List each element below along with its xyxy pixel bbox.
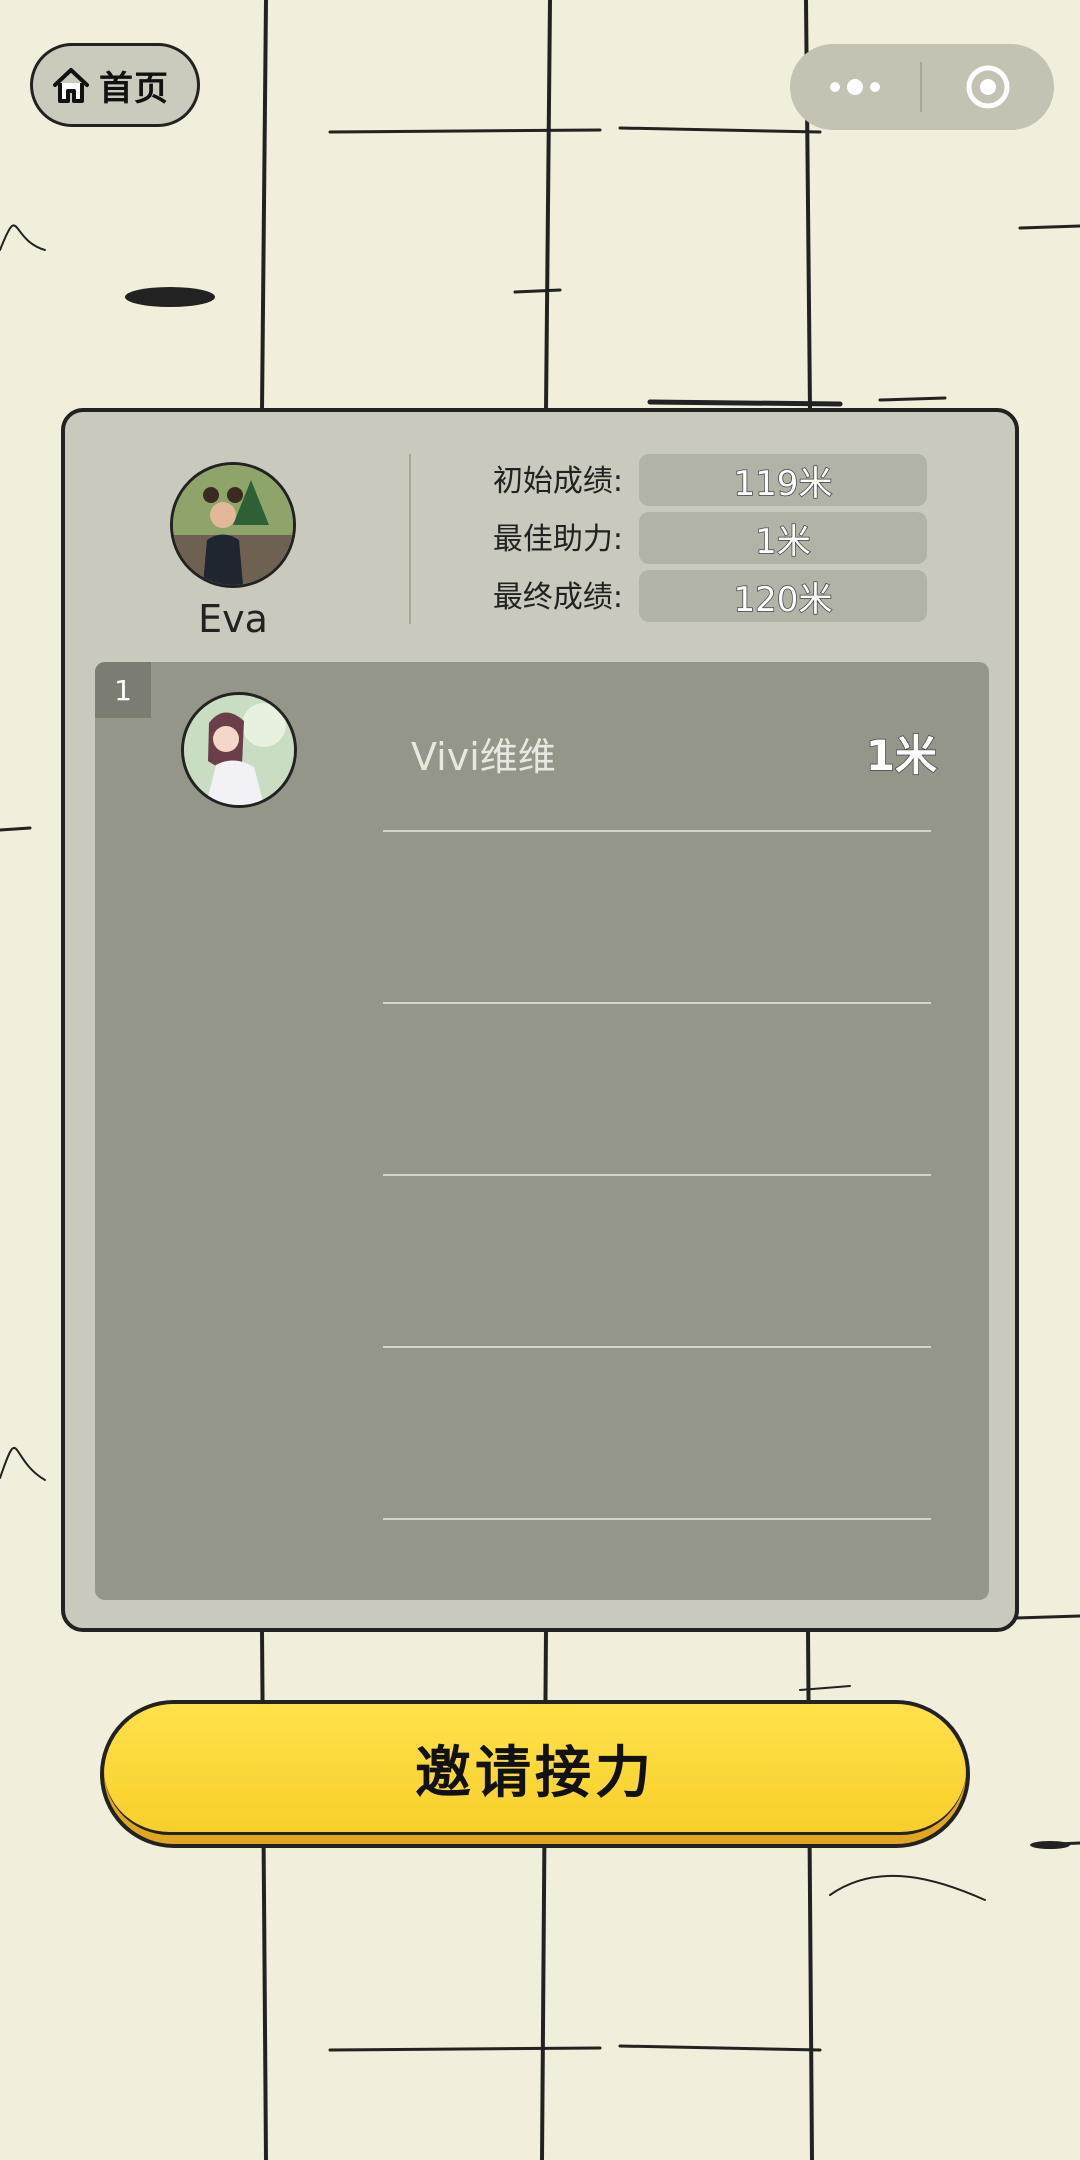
invite-relay-button[interactable]: 邀请接力 bbox=[100, 1700, 970, 1848]
stat-box-initial: 119米 bbox=[639, 454, 927, 506]
stat-value-initial: 119米 bbox=[733, 463, 833, 505]
invite-label: 邀请接力 bbox=[415, 1740, 655, 1806]
stat-label-initial: 初始成绩: bbox=[492, 464, 623, 499]
stat-value-final: 120米 bbox=[733, 579, 833, 621]
stat-label-final: 最终成绩: bbox=[492, 580, 623, 615]
avatar[interactable] bbox=[170, 462, 296, 588]
row-divider bbox=[383, 1346, 931, 1348]
row-divider bbox=[383, 1174, 931, 1176]
stat-box-final: 120米 bbox=[639, 570, 927, 622]
home-button[interactable]: 首页 bbox=[30, 43, 200, 127]
rank-badge: 1 bbox=[95, 662, 151, 718]
home-label: 首页 bbox=[99, 68, 169, 109]
mini-program-capsule bbox=[790, 44, 1054, 130]
friend-name: Vivi维维 bbox=[411, 735, 556, 779]
profile-divider bbox=[409, 454, 411, 624]
player-name: Eva bbox=[198, 597, 268, 641]
ranking-list[interactable]: 1 Vivi维维 1米 bbox=[95, 662, 989, 1600]
home-icon bbox=[49, 63, 93, 107]
target-icon[interactable] bbox=[922, 44, 1054, 130]
friend-score: 1米 bbox=[865, 730, 938, 781]
row-divider bbox=[383, 830, 931, 832]
row-divider bbox=[383, 1518, 931, 1520]
invite-button-face: 邀请接力 bbox=[104, 1704, 966, 1835]
row-divider bbox=[383, 1002, 931, 1004]
stat-box-best: 1米 bbox=[639, 512, 927, 564]
result-panel: Eva 初始成绩: 119米 最佳助力: 1米 最终成绩: 120米 1 Viv… bbox=[61, 408, 1019, 1632]
stat-label-best: 最佳助力: bbox=[492, 522, 623, 557]
more-dots-icon[interactable] bbox=[790, 44, 920, 130]
stat-value-best: 1米 bbox=[754, 521, 811, 563]
friend-avatar[interactable] bbox=[181, 692, 297, 808]
